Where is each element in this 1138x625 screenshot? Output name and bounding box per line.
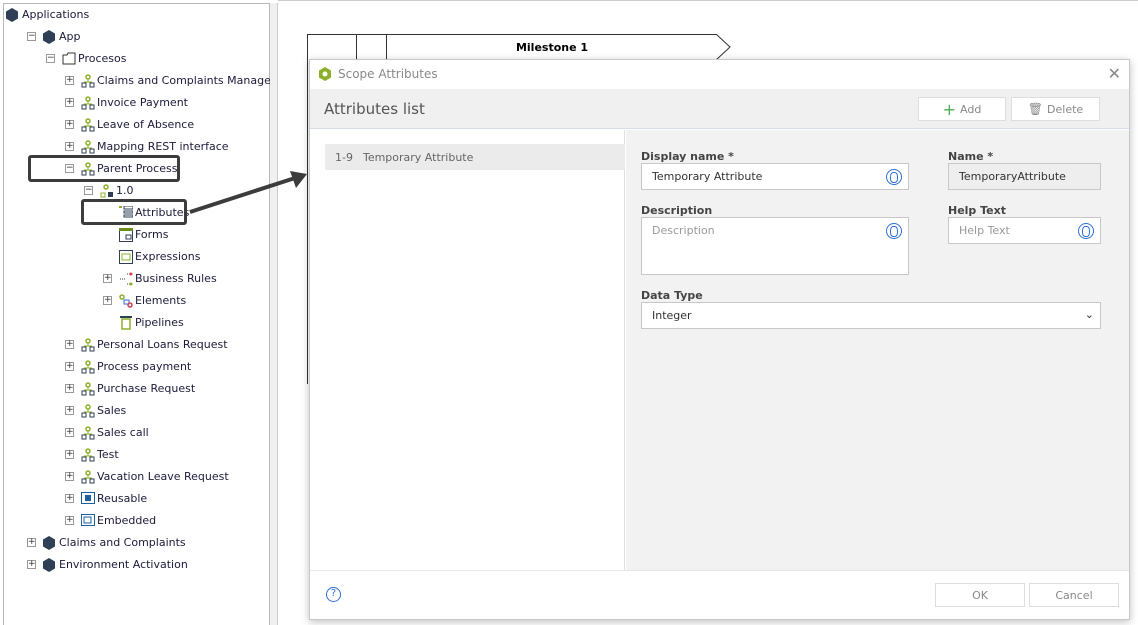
ok-button[interactable]: OK [935, 583, 1025, 607]
help-text-input[interactable]: Help Text [948, 217, 1101, 244]
dialog-header: Attributes list + Add 🗑 Delete [310, 89, 1129, 129]
display-name-label: Display name * [641, 150, 734, 163]
delete-button[interactable]: 🗑 Delete [1011, 97, 1100, 121]
data-type-select[interactable]: Integer ⌄ [641, 302, 1101, 329]
plus-icon: + [942, 99, 957, 119]
description-label: Description [641, 204, 713, 217]
dialog-footer: ? OK Cancel [310, 570, 1129, 619]
help-text-label: Help Text [948, 204, 1006, 217]
integer-type-icon: 1-9 [335, 150, 353, 164]
attribute-list-item[interactable]: 1-9 Temporary Attribute [325, 144, 625, 170]
trash-icon: 🗑 [1027, 102, 1044, 116]
help-icon[interactable]: ? [326, 587, 341, 602]
add-button[interactable]: + Add [918, 97, 1006, 121]
data-type-label: Data Type [641, 289, 703, 302]
name-input[interactable]: TemporaryAttribute [948, 163, 1101, 190]
dialog-title: Scope Attributes [338, 67, 438, 81]
attribute-form: Display name * Temporary Attribute Name … [626, 130, 1129, 570]
cancel-button[interactable]: Cancel [1029, 583, 1119, 607]
globe-icon[interactable] [886, 169, 902, 185]
chevron-down-icon: ⌄ [1084, 308, 1094, 321]
scope-attributes-dialog: Scope Attributes ✕ Attributes list + Add … [309, 59, 1130, 620]
description-input[interactable]: Description [641, 217, 909, 275]
attributes-list-title: Attributes list [324, 100, 425, 118]
globe-icon[interactable] [1078, 223, 1094, 239]
attributes-list: 1-9 Temporary Attribute [310, 130, 625, 570]
app-logo-icon [319, 67, 331, 81]
name-label: Name * [948, 150, 994, 163]
close-icon[interactable]: ✕ [1108, 64, 1121, 83]
globe-icon[interactable] [886, 223, 902, 239]
display-name-input[interactable]: Temporary Attribute [641, 163, 909, 190]
